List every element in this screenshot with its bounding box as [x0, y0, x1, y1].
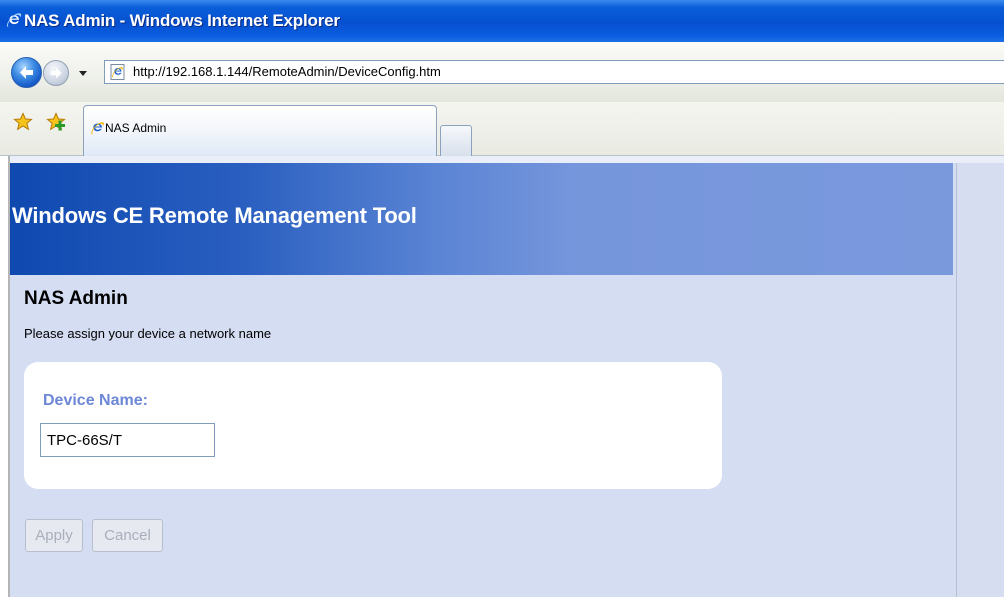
- page-top-strip: [10, 156, 1004, 163]
- address-url[interactable]: http://192.168.1.144/RemoteAdmin/DeviceC…: [133, 61, 441, 83]
- banner-title: Windows CE Remote Management Tool: [12, 203, 417, 228]
- back-arrow-icon: [20, 66, 33, 79]
- device-name-label: Device Name:: [43, 392, 148, 409]
- tab-label: NAS Admin: [105, 121, 167, 135]
- forward-arrow-icon: [50, 67, 62, 79]
- recent-pages-button[interactable]: [77, 68, 89, 78]
- page-right-panel: [956, 163, 1004, 597]
- window-title: NAS Admin - Windows Internet Explorer: [24, 11, 340, 30]
- apply-button[interactable]: Apply: [25, 519, 83, 552]
- new-tab-button[interactable]: [440, 125, 472, 156]
- chevron-down-icon: [79, 71, 87, 76]
- favorites-star-icon[interactable]: [13, 112, 33, 132]
- device-name-input[interactable]: [40, 423, 215, 457]
- address-bar[interactable]: http://192.168.1.144/RemoteAdmin/DeviceC…: [104, 60, 1004, 84]
- page-heading: NAS Admin: [24, 288, 128, 309]
- ie-page-icon: [110, 64, 125, 80]
- forward-button[interactable]: [43, 60, 69, 86]
- page-subtitle: Please assign your device a network name: [24, 326, 272, 341]
- navigation-bar: http://192.168.1.144/RemoteAdmin/DeviceC…: [0, 42, 1004, 102]
- ie-page-icon: [91, 122, 104, 135]
- tab-bar: NAS Admin: [0, 102, 1004, 156]
- back-button[interactable]: [11, 57, 42, 88]
- cancel-button[interactable]: Cancel: [92, 519, 163, 552]
- ie-logo-icon: [7, 13, 22, 28]
- tab-nas-admin[interactable]: NAS Admin: [83, 105, 437, 156]
- add-favorite-icon[interactable]: [46, 112, 66, 132]
- window-title-bar[interactable]: NAS Admin - Windows Internet Explorer: [0, 0, 1004, 42]
